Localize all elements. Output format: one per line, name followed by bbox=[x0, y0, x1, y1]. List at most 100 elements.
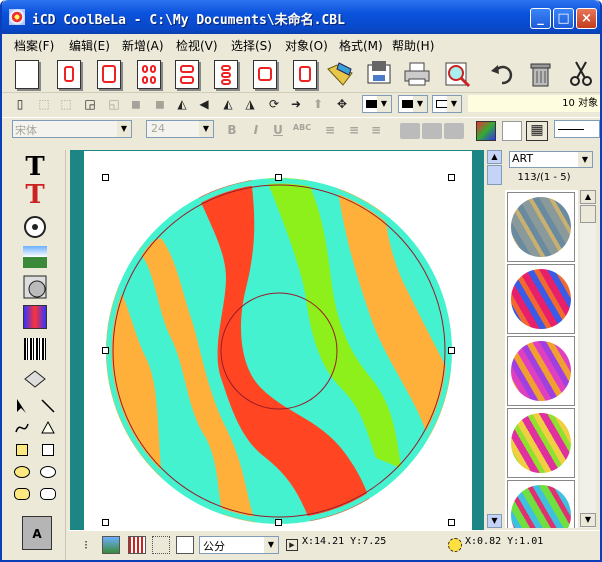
align-center-icon[interactable]: ≡ bbox=[346, 123, 362, 139]
bring-front-icon[interactable]: ◼ bbox=[128, 96, 144, 112]
minimize-button[interactable]: _ bbox=[530, 8, 551, 29]
select-arrow-tool[interactable] bbox=[12, 396, 32, 416]
underline-button[interactable]: U bbox=[270, 123, 286, 139]
new-card-button[interactable] bbox=[250, 58, 280, 90]
menu-edit[interactable]: 编辑(E) bbox=[69, 37, 110, 54]
canvas-scrollbar[interactable]: ▲ ▼ bbox=[486, 150, 503, 530]
art-list-scrollbar[interactable]: ▲ ▼ bbox=[580, 190, 596, 528]
line-tool[interactable] bbox=[38, 396, 58, 416]
gradient-tool-icon[interactable] bbox=[22, 304, 48, 330]
delete-button[interactable] bbox=[525, 58, 555, 90]
resize-handle[interactable] bbox=[448, 519, 455, 526]
new-cd-cover-button[interactable] bbox=[94, 58, 124, 90]
font-family-select[interactable]: 宋体 ▼ bbox=[12, 120, 132, 138]
flip-vertical-icon[interactable]: ◀ bbox=[196, 96, 212, 112]
rectangle-tool[interactable] bbox=[38, 440, 58, 460]
texture-icon[interactable] bbox=[502, 121, 522, 141]
text-tool-icon[interactable]: T bbox=[22, 152, 48, 182]
scroll-up-icon[interactable]: ▲ bbox=[487, 150, 502, 164]
ellipse-fill-tool[interactable] bbox=[12, 462, 32, 482]
art-text-tool-icon[interactable]: T bbox=[22, 180, 48, 210]
font-size-select[interactable]: 24 ▼ bbox=[146, 120, 214, 138]
grid-view-icon[interactable] bbox=[128, 536, 146, 554]
new-cd-label-button[interactable] bbox=[54, 58, 84, 90]
snap-icon[interactable]: ⁝ bbox=[78, 537, 94, 553]
art-category-select[interactable]: ART ▼ bbox=[509, 151, 593, 168]
barcode-tool-icon[interactable] bbox=[22, 336, 48, 362]
menu-add[interactable]: 新增(A) bbox=[122, 37, 164, 54]
mirror-icon[interactable]: ◭ bbox=[220, 96, 236, 112]
rotate-right-icon[interactable]: ➜ bbox=[288, 96, 304, 112]
flip-horizontal-icon[interactable]: ◭ bbox=[174, 96, 190, 112]
art-thumbnail[interactable] bbox=[507, 408, 575, 478]
cd-text-tool-icon[interactable] bbox=[22, 214, 48, 240]
send-back-icon[interactable]: ◼ bbox=[152, 96, 168, 112]
print-button[interactable] bbox=[402, 58, 432, 90]
cd-label-disc[interactable] bbox=[106, 178, 452, 524]
mirror-vertical-icon[interactable]: ◮ bbox=[242, 96, 258, 112]
scroll-thumb[interactable] bbox=[487, 165, 502, 185]
new-mini-cd-button[interactable] bbox=[211, 58, 241, 90]
send-backward-icon[interactable]: ◱ bbox=[106, 96, 122, 112]
art-thumbnail[interactable] bbox=[507, 480, 575, 528]
scroll-thumb[interactable] bbox=[580, 205, 596, 223]
art-thumbnail[interactable] bbox=[507, 264, 575, 334]
frame-view-icon[interactable] bbox=[176, 536, 194, 554]
resize-handle[interactable] bbox=[102, 174, 109, 181]
align-right-icon[interactable]: ≡ bbox=[368, 123, 384, 139]
menu-select[interactable]: 选择(S) bbox=[231, 37, 272, 54]
maximize-button[interactable]: □ bbox=[553, 8, 574, 29]
unit-select[interactable]: 公分 ▼ bbox=[199, 536, 279, 554]
text-style-2-icon[interactable] bbox=[422, 123, 442, 139]
art-thumbnail[interactable] bbox=[507, 336, 575, 406]
table-tool-icon[interactable] bbox=[22, 366, 48, 392]
preview-swatch[interactable]: A bbox=[22, 516, 52, 550]
polygon-tool[interactable] bbox=[38, 418, 58, 438]
group-icon[interactable]: ⬚ bbox=[36, 96, 52, 112]
ungroup-icon[interactable]: ⬚ bbox=[58, 96, 74, 112]
new-blank-button[interactable] bbox=[12, 58, 42, 90]
resize-handle[interactable] bbox=[102, 347, 109, 354]
page-icon[interactable]: ▯ bbox=[12, 96, 28, 112]
rectangle-fill-tool[interactable] bbox=[12, 440, 32, 460]
bring-forward-icon[interactable]: ◲ bbox=[82, 96, 98, 112]
text-style-1-icon[interactable] bbox=[400, 123, 420, 139]
art-thumbnail[interactable] bbox=[507, 192, 575, 262]
ellipse-tool[interactable] bbox=[38, 462, 58, 482]
save-file-button[interactable] bbox=[364, 58, 394, 90]
picture-tool-icon[interactable] bbox=[22, 244, 48, 270]
cut-button[interactable] bbox=[566, 58, 596, 90]
menu-format[interactable]: 格式(M) bbox=[339, 37, 383, 54]
align-left-icon[interactable]: ≡ bbox=[322, 123, 338, 139]
dotted-grid-icon[interactable] bbox=[152, 536, 170, 554]
new-dvd-cover-button[interactable] bbox=[172, 58, 202, 90]
fill-color-select[interactable]: ▼ bbox=[398, 95, 428, 113]
freehand-tool[interactable] bbox=[12, 418, 32, 438]
color-palette-icon[interactable] bbox=[476, 121, 496, 141]
rounded-rect-tool[interactable] bbox=[38, 484, 58, 504]
resize-handle[interactable] bbox=[275, 519, 282, 526]
resize-handle[interactable] bbox=[275, 174, 282, 181]
shadow-color-select[interactable]: ▼ bbox=[432, 95, 462, 113]
menu-file[interactable]: 档案(F) bbox=[14, 37, 54, 54]
strikeout-button[interactable]: ABC bbox=[290, 123, 314, 139]
resize-handle[interactable] bbox=[448, 174, 455, 181]
rounded-rect-fill-tool[interactable] bbox=[12, 484, 32, 504]
new-jewel-case-button[interactable] bbox=[134, 58, 164, 90]
menu-help[interactable]: 帮助(H) bbox=[392, 37, 434, 54]
resize-handle[interactable] bbox=[448, 347, 455, 354]
image-view-icon[interactable] bbox=[102, 536, 120, 554]
menu-object[interactable]: 对象(O) bbox=[285, 37, 328, 54]
rotate-icon[interactable]: ⟳ bbox=[266, 96, 282, 112]
cd-image-tool-icon[interactable] bbox=[22, 274, 48, 300]
open-file-button[interactable] bbox=[325, 58, 355, 90]
align-icon[interactable]: ⬆ bbox=[310, 96, 326, 112]
scroll-down-icon[interactable]: ▼ bbox=[487, 514, 502, 528]
scroll-down-icon[interactable]: ▼ bbox=[580, 513, 596, 527]
title-bar[interactable]: iCD CoolBeLa - C:\My Documents\未命名.CBL _… bbox=[2, 0, 600, 34]
center-icon[interactable]: ✥ bbox=[334, 96, 350, 112]
print-preview-button[interactable] bbox=[442, 58, 472, 90]
line-color-select[interactable]: ▼ bbox=[362, 95, 392, 113]
close-button[interactable]: × bbox=[576, 8, 597, 29]
bold-button[interactable]: B bbox=[224, 123, 240, 139]
